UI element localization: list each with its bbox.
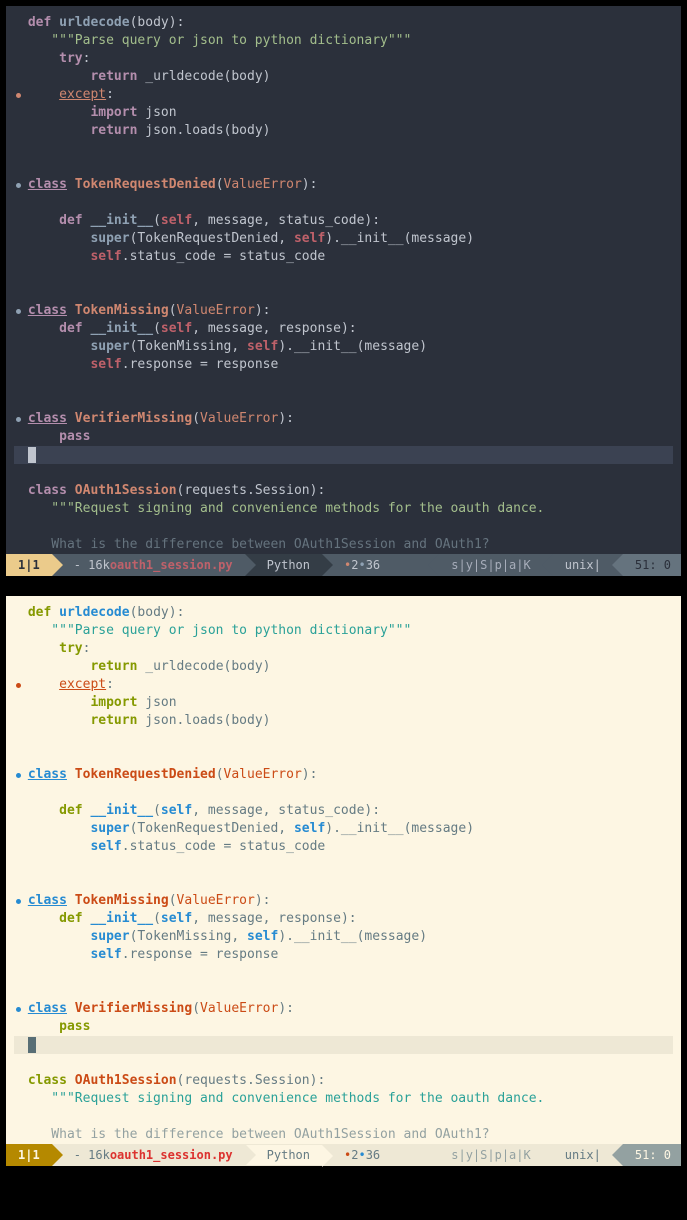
cursor-line [14, 1036, 673, 1054]
statusbar: 1|1 - 16k oauth1_session.py Python •2 •3… [6, 554, 681, 576]
editor-pane-light: def urldecode(body): """Parse query or j… [6, 596, 681, 1166]
lint-marker [16, 773, 21, 778]
status-position: 51: 0 [623, 554, 681, 576]
status-file: - 16k oauth1_session.py [52, 554, 245, 576]
status-mode: 1|1 [6, 1144, 52, 1166]
code-area[interactable]: def urldecode(body): """Parse query or j… [6, 6, 681, 554]
status-position: 51: 0 [623, 1144, 681, 1166]
code-area[interactable]: def urldecode(body): """Parse query or j… [6, 596, 681, 1144]
lint-marker [16, 683, 21, 688]
cursor-line [14, 446, 673, 464]
lint-marker [16, 1007, 21, 1012]
editor-pane-dark: def urldecode(body): """Parse query or j… [6, 6, 681, 576]
status-toggles: s|y|S|p|a|K [439, 1144, 552, 1166]
lint-marker [16, 93, 21, 98]
status-toggles: s|y|S|p|a|K [439, 554, 552, 576]
docstring: """Parse query or json to python diction… [20, 33, 411, 48]
lint-marker [16, 183, 21, 188]
status-filetype: Python [245, 554, 322, 576]
cursor [28, 447, 36, 463]
keyword-def: def [28, 15, 51, 30]
status-filetype: Python [245, 1144, 322, 1166]
statusbar: 1|1 - 16k oauth1_session.py Python •2 •3… [6, 1144, 681, 1166]
class-name: TokenRequestDenied [67, 177, 216, 192]
function-name: urldecode [59, 15, 129, 30]
lint-marker [16, 417, 21, 422]
status-mode: 1|1 [6, 554, 52, 576]
lint-marker [16, 309, 21, 314]
status-file: - 16k oauth1_session.py [52, 1144, 245, 1166]
lint-marker [16, 899, 21, 904]
cursor [28, 1037, 36, 1053]
